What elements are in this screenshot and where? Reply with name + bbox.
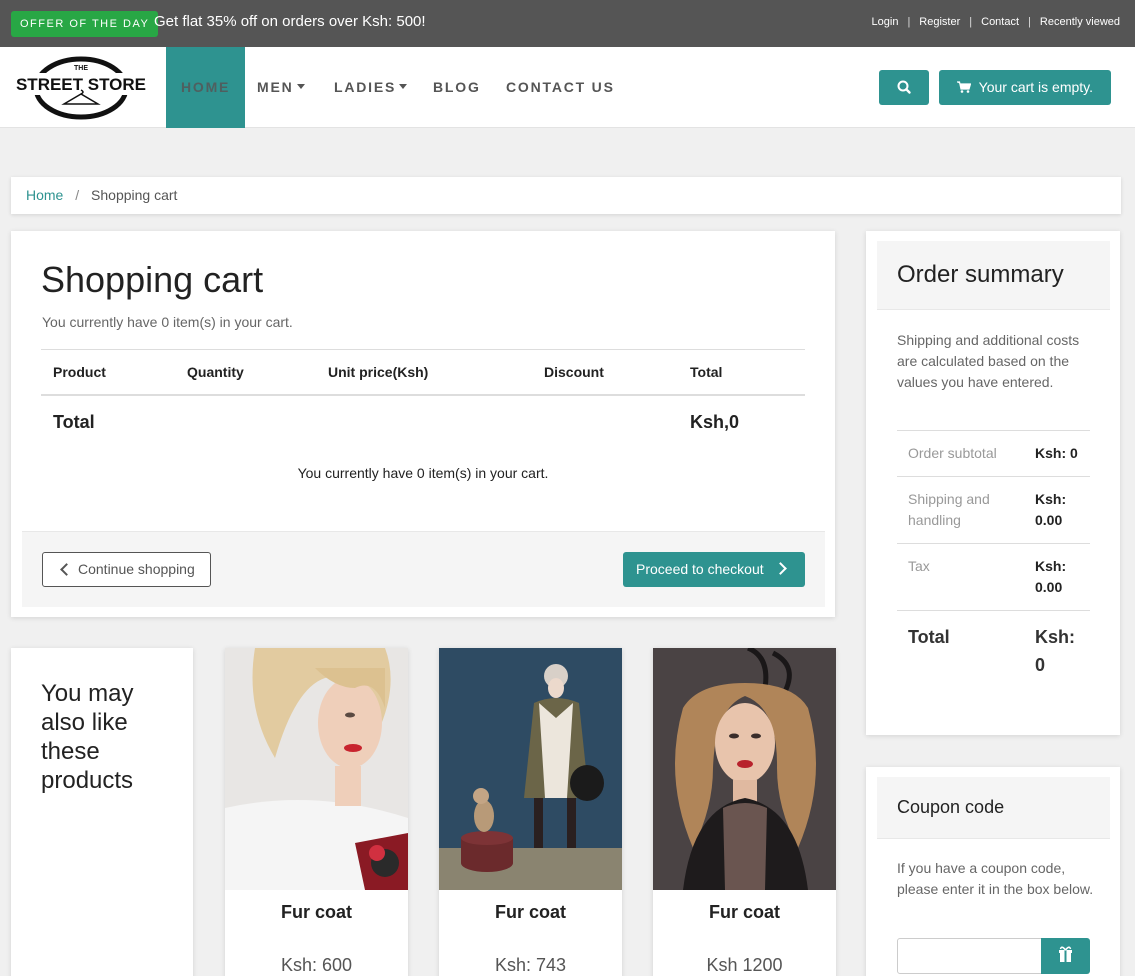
column-header-unit-price: Unit price(Ksh) bbox=[328, 364, 429, 380]
coupon-header: Coupon code bbox=[877, 777, 1110, 839]
product-image[interactable] bbox=[439, 648, 622, 890]
column-header-product: Product bbox=[53, 364, 106, 380]
navbar: THE STREET STORE Home Men Ladies Blog Co… bbox=[0, 47, 1135, 128]
summary-row-tax: Tax Ksh: 0.00 bbox=[897, 544, 1090, 611]
breadcrumb-current: Shopping cart bbox=[91, 187, 178, 203]
offer-text: Get flat 35% off on orders over Ksh: 500… bbox=[154, 13, 426, 30]
gift-icon bbox=[1059, 946, 1072, 962]
continue-shopping-button[interactable]: Continue shopping bbox=[42, 552, 211, 587]
chevron-left-icon bbox=[60, 563, 73, 576]
chevron-right-icon bbox=[774, 562, 787, 575]
cart-footer: Continue shopping Proceed to checkout bbox=[22, 531, 825, 607]
recommendations-heading: You may also like these products bbox=[41, 680, 134, 794]
nav-home[interactable]: Home bbox=[166, 47, 246, 128]
product-name[interactable]: Fur coat bbox=[439, 902, 622, 923]
breadcrumb-home[interactable]: Home bbox=[26, 187, 63, 203]
summary-row-subtotal: Order subtotal Ksh: 0 bbox=[897, 431, 1090, 477]
cart-table: Product Quantity Unit price(Ksh) Discoun… bbox=[41, 349, 805, 451]
coupon-title: Coupon code bbox=[897, 797, 1005, 817]
summary-row-shipping: Shipping and handling Ksh: 0.00 bbox=[897, 477, 1090, 544]
product-image[interactable] bbox=[653, 648, 836, 890]
nav-contact-us[interactable]: Contact us bbox=[506, 47, 615, 128]
login-link[interactable]: Login bbox=[872, 16, 899, 28]
coupon-description: If you have a coupon code, please enter … bbox=[897, 860, 1094, 897]
product-card[interactable]: Fur coat Ksh: 743 bbox=[439, 648, 622, 976]
breadcrumb: Home / Shopping cart bbox=[11, 177, 1121, 214]
search-icon bbox=[897, 80, 911, 94]
product-price: Ksh 1200 bbox=[706, 955, 783, 975]
search-button[interactable] bbox=[879, 70, 929, 105]
cart-label: Your cart is empty. bbox=[978, 79, 1094, 95]
proceed-to-checkout-button[interactable]: Proceed to checkout bbox=[623, 552, 805, 587]
shopping-cart-icon bbox=[957, 81, 972, 93]
cart-button[interactable]: Your cart is empty. bbox=[939, 70, 1111, 105]
top-bar: Offer of the day Get flat 35% off on ord… bbox=[0, 0, 1135, 47]
link-separator: | bbox=[907, 16, 911, 28]
product-price: Ksh: 743 bbox=[494, 955, 567, 975]
logo-small-text: THE bbox=[74, 65, 88, 72]
apply-coupon-button[interactable] bbox=[1041, 938, 1090, 974]
breadcrumb-separator: / bbox=[75, 187, 80, 203]
recommendations-panel: You may also like these products bbox=[11, 648, 193, 976]
cart-panel: Shopping cart You currently have 0 item(… bbox=[11, 231, 835, 617]
coupon-code-input[interactable] bbox=[897, 938, 1042, 974]
order-summary-panel: Order summary Shipping and additional co… bbox=[866, 231, 1120, 735]
empty-cart-message: You currently have 0 item(s) in your car… bbox=[297, 465, 549, 481]
recently-viewed-link[interactable]: Recently viewed bbox=[1040, 16, 1120, 28]
cart-total-row: Total Ksh,0 bbox=[41, 396, 805, 451]
total-value: Ksh,0 bbox=[690, 412, 740, 432]
column-header-quantity: Quantity bbox=[187, 364, 244, 380]
order-summary-description: Shipping and additional costs are calcul… bbox=[897, 332, 1080, 390]
nav-men[interactable]: Men bbox=[257, 47, 305, 128]
nav-ladies[interactable]: Ladies bbox=[334, 47, 408, 128]
product-price: Ksh: 600 bbox=[280, 955, 353, 975]
contact-link[interactable]: Contact bbox=[981, 16, 1019, 28]
column-header-discount: Discount bbox=[544, 364, 604, 380]
product-name[interactable]: Fur coat bbox=[653, 902, 836, 923]
cart-item-count: You currently have 0 item(s) in your car… bbox=[42, 314, 293, 330]
store-logo[interactable]: THE STREET STORE bbox=[10, 55, 152, 121]
summary-row-total: Total Ksh: 0 bbox=[908, 627, 1075, 675]
total-label: Total bbox=[53, 412, 95, 432]
top-links: Login | Register | Contact | Recently vi… bbox=[872, 16, 1120, 28]
caret-down-icon bbox=[296, 84, 305, 90]
order-summary-header: Order summary bbox=[877, 241, 1110, 310]
table-header: Product Quantity Unit price(Ksh) Discoun… bbox=[41, 349, 805, 396]
register-link[interactable]: Register bbox=[919, 16, 960, 28]
page-title: Shopping cart bbox=[41, 259, 264, 300]
order-summary-table: Order subtotal Ksh: 0 Shipping and handl… bbox=[897, 430, 1090, 691]
product-image[interactable] bbox=[225, 648, 408, 890]
product-card[interactable]: Fur coat Ksh: 600 bbox=[225, 648, 408, 976]
nav-blog[interactable]: Blog bbox=[433, 47, 481, 128]
coupon-panel: Coupon code If you have a coupon code, p… bbox=[866, 767, 1120, 976]
product-card[interactable]: Fur coat Ksh 1200 bbox=[653, 648, 836, 976]
offer-badge: Offer of the day bbox=[11, 11, 159, 37]
order-summary-title: Order summary bbox=[897, 261, 1064, 288]
caret-down-icon bbox=[399, 84, 408, 90]
logo-text: STREET STORE bbox=[16, 75, 146, 94]
product-name[interactable]: Fur coat bbox=[225, 902, 408, 923]
column-header-total: Total bbox=[690, 364, 723, 380]
link-separator: | bbox=[1028, 16, 1031, 28]
link-separator: | bbox=[969, 16, 973, 28]
